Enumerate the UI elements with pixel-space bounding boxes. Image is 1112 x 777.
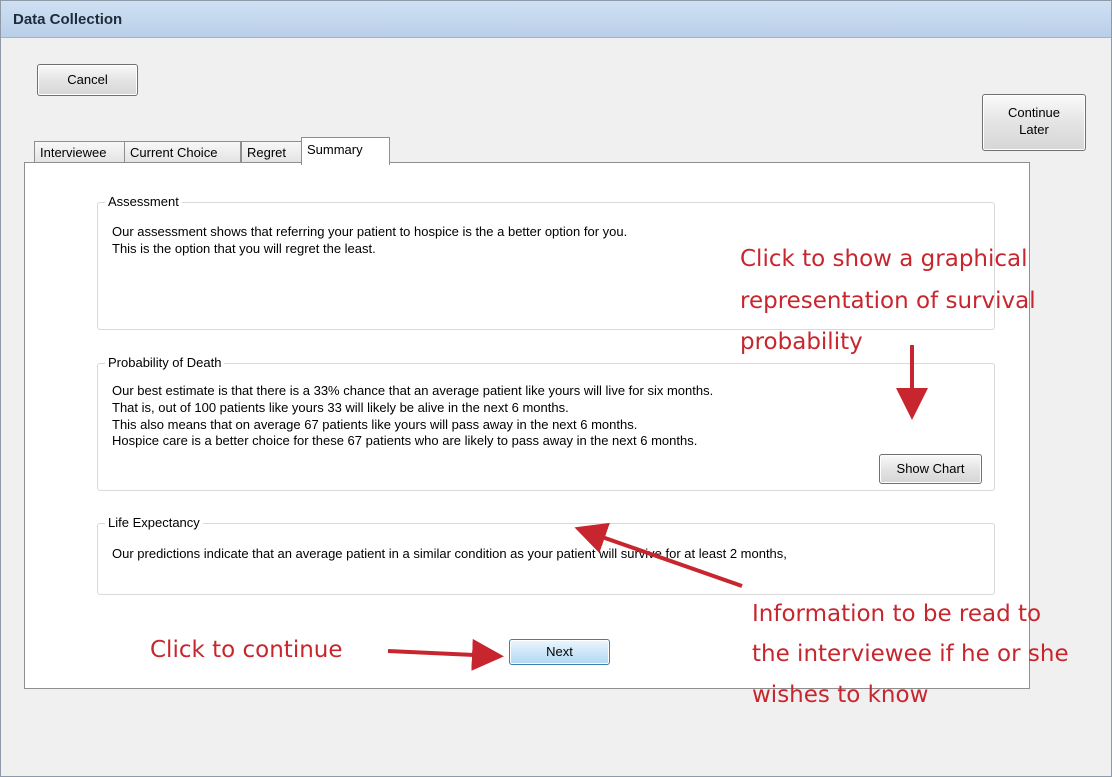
- annotation-continue: Click to continue: [150, 637, 343, 663]
- life-expectancy-group: Life Expectancy Our predictions indicate…: [97, 515, 995, 595]
- assessment-title: Assessment: [105, 194, 182, 209]
- window-footer: [1, 701, 1111, 776]
- probability-line: Hospice care is a better choice for thes…: [112, 433, 698, 448]
- window-title: Data Collection: [13, 11, 123, 28]
- probability-title: Probability of Death: [105, 355, 225, 370]
- tab-current-choice[interactable]: Current Choice: [124, 141, 241, 164]
- annotation-info-2: the interviewee if he or she: [752, 641, 1069, 667]
- life-expectancy-title: Life Expectancy: [105, 515, 203, 530]
- cancel-button[interactable]: Cancel: [37, 64, 138, 96]
- probability-line: That is, out of 100 patients like yours …: [112, 400, 569, 415]
- show-chart-button[interactable]: Show Chart: [879, 454, 982, 484]
- life-expectancy-line: Our predictions indicate that an average…: [112, 546, 787, 561]
- tab-interviewee[interactable]: Interviewee: [34, 141, 125, 164]
- assessment-line: Our assessment shows that referring your…: [112, 224, 628, 239]
- annotation-info-1: Information to be read to: [752, 601, 1042, 627]
- probability-of-death-group: Probability of Death Our best estimate i…: [97, 355, 995, 491]
- continue-later-label-1: Continue: [1007, 105, 1061, 120]
- annotation-chart-3: probability: [740, 329, 863, 355]
- probability-line: This also means that on average 67 patie…: [112, 417, 638, 432]
- annotation-chart-2: representation of survival: [740, 288, 1036, 314]
- annotation-chart-1: Click to show a graphical: [740, 246, 1028, 272]
- annotation-info-3: wishes to know: [752, 682, 929, 708]
- next-button[interactable]: Next: [509, 639, 610, 665]
- continue-later-label-2: Later: [1019, 122, 1049, 137]
- continue-later-button[interactable]: Continue Later: [982, 94, 1086, 151]
- probability-line: Our best estimate is that there is a 33%…: [112, 383, 714, 398]
- assessment-line: This is the option that you will regret …: [112, 241, 376, 256]
- title-bar: Data Collection: [1, 1, 1111, 38]
- tab-regret[interactable]: Regret: [241, 141, 305, 164]
- tab-summary[interactable]: Summary: [301, 137, 390, 165]
